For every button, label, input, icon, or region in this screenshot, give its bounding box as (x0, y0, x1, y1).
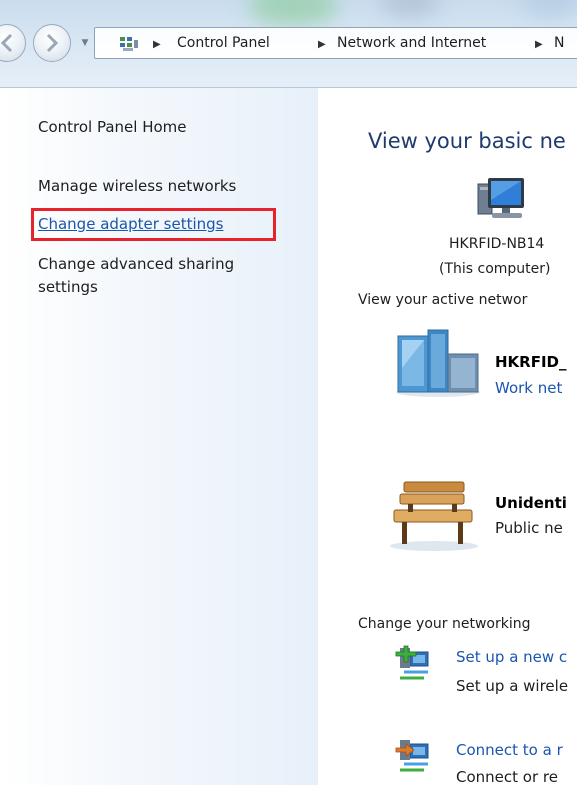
breadcrumb-separator-icon[interactable]: ▶ (318, 39, 326, 50)
connect-network-link[interactable]: Connect to a r (456, 741, 563, 759)
computer-icon[interactable] (476, 176, 532, 224)
main-content-pane: View your basic ne ◂ HKRFID-NB14 (This c… (318, 88, 577, 786)
chevron-down-icon: ▼ (81, 38, 89, 48)
work-network-icon[interactable] (394, 328, 482, 398)
network-setup-icon[interactable] (394, 644, 434, 682)
active-networks-label: View your active networ (358, 292, 528, 308)
computer-note-label: (This computer) (439, 261, 551, 277)
address-bar-area: ▼ ▶ Control Panel ▶ Network and Internet… (0, 0, 577, 88)
setup-connection-description: Set up a wirele (456, 677, 569, 695)
breadcrumb-network-and-internet[interactable]: Network and Internet (337, 35, 486, 51)
forward-button[interactable] (33, 24, 71, 62)
network-connect-icon[interactable] (394, 736, 434, 774)
back-button[interactable] (0, 24, 26, 62)
page-title: View your basic ne (368, 129, 566, 153)
breadcrumb-separator-icon[interactable]: ▶ (535, 39, 543, 50)
network-name-label: HKRFID_ (495, 353, 567, 371)
change-advanced-sharing-link[interactable]: Change advanced sharing (38, 255, 234, 273)
forward-arrow-icon (46, 33, 59, 53)
change-networking-label: Change your networking (358, 616, 531, 632)
control-panel-home-link[interactable]: Control Panel Home (38, 118, 187, 136)
connect-network-description: Connect or re (456, 768, 558, 786)
recent-pages-dropdown[interactable]: ▼ (78, 34, 92, 52)
network-name-label: Unidenti (495, 494, 567, 512)
back-arrow-icon (0, 33, 13, 53)
manage-wireless-networks-link[interactable]: Manage wireless networks (38, 177, 236, 195)
address-box[interactable]: ▶ Control Panel ▶ Network and Internet ▶… (94, 27, 577, 59)
setup-connection-link[interactable]: Set up a new c (456, 648, 567, 666)
bench-icon[interactable] (386, 480, 480, 552)
breadcrumb-separator-icon[interactable]: ▶ (153, 39, 161, 50)
breadcrumb-control-panel[interactable]: Control Panel (177, 35, 270, 51)
network-type-label: Public ne (495, 519, 563, 537)
left-nav-pane: Control Panel Home Manage wireless netwo… (0, 88, 318, 785)
network-type-link[interactable]: Work net (495, 379, 562, 397)
highlight-box (31, 208, 276, 241)
computer-name-label: HKRFID-NB14 (449, 236, 545, 252)
control-panel-icon (120, 37, 138, 51)
breadcrumb-current[interactable]: N (554, 35, 564, 51)
change-advanced-sharing-link-line2[interactable]: settings (38, 278, 98, 296)
